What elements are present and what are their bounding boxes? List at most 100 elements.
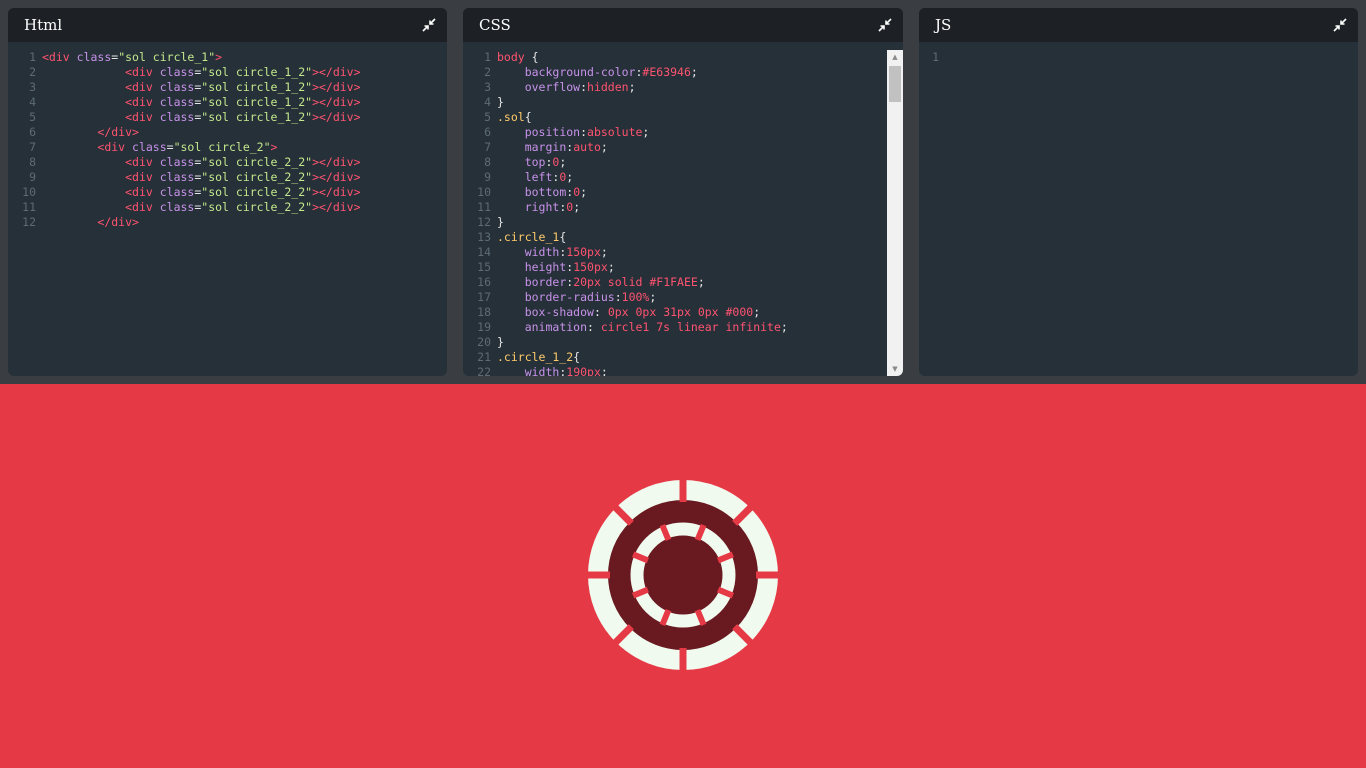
code-line: 11 <div class="sol circle_2_2"></div> <box>8 200 447 215</box>
collapse-arrows-icon[interactable] <box>877 17 893 33</box>
css-scrollbar[interactable]: ▲ ▼ <box>887 50 903 376</box>
code-token: width <box>524 365 560 376</box>
code-text: border-radius:100%; <box>497 290 657 305</box>
code-token: "sol circle_2_2" <box>201 200 313 214</box>
code-token: "sol circle_2" <box>173 140 271 154</box>
code-line: 15 height:150px; <box>463 260 887 275</box>
code-text: </div> <box>42 125 139 140</box>
code-line: 12 </div> <box>8 215 447 230</box>
code-token: </div> <box>97 215 139 229</box>
line-number: 1 <box>484 50 491 64</box>
code-line: 12} <box>463 215 887 230</box>
code-text: left:0; <box>497 170 574 185</box>
code-text: <div class="sol circle_2_2"></div> <box>42 170 361 185</box>
code-token: ; <box>697 275 705 289</box>
scroll-up-arrow-icon[interactable]: ▲ <box>887 50 903 64</box>
line-number: 19 <box>477 320 491 334</box>
code-text: <div class="sol circle_1"> <box>42 50 222 65</box>
code-text: .circle_1_2{ <box>497 350 580 365</box>
code-token: } <box>497 335 504 349</box>
code-line: 6 position:absolute; <box>463 125 887 140</box>
editor-area: Html 1 <div class="sol circle_1"> 2 <div c… <box>0 0 1366 384</box>
code-token: <div <box>125 155 160 169</box>
line-number: 10 <box>477 185 491 199</box>
scroll-down-arrow-icon[interactable]: ▼ <box>887 362 903 376</box>
code-token: class <box>159 80 195 94</box>
code-token: } <box>497 95 504 109</box>
html-code-editor[interactable]: 1 <div class="sol circle_1"> 2 <div class=… <box>8 50 447 376</box>
line-number: 2 <box>29 65 36 79</box>
code-token: ></div> <box>312 95 361 109</box>
line-number: 2 <box>484 65 491 79</box>
code-token: border-radius <box>524 290 615 304</box>
code-token: "sol circle_1_2" <box>201 65 313 79</box>
css-code-editor[interactable]: 1 body {2 background-color:#E63946; 3 over… <box>463 50 887 376</box>
code-text: } <box>497 335 504 350</box>
code-token: height <box>524 260 567 274</box>
code-token: ></div> <box>312 65 361 79</box>
code-text: } <box>497 95 504 110</box>
line-number: 4 <box>484 95 491 109</box>
code-line: 6 </div> <box>8 125 447 140</box>
preview-pane <box>0 384 1366 768</box>
code-line: 20} <box>463 335 887 350</box>
line-number: 12 <box>477 215 491 229</box>
code-token: > <box>215 50 223 64</box>
code-token: "sol circle_1_2" <box>201 80 313 94</box>
code-text: <div class="sol circle_1_2"></div> <box>42 65 361 80</box>
code-line: 7 margin:auto; <box>463 140 887 155</box>
code-token: class <box>159 170 195 184</box>
code-token: { <box>524 110 532 124</box>
code-text: right:0; <box>497 200 580 215</box>
js-panel-header: JS <box>919 8 1358 42</box>
code-line: 3 <div class="sol circle_1_2"></div> <box>8 80 447 95</box>
code-line: 1 body { <box>463 50 887 65</box>
code-token: <div <box>97 140 133 154</box>
js-code-editor[interactable]: 1 <box>919 50 1358 376</box>
scroll-thumb[interactable] <box>889 66 901 102</box>
code-line: 19 animation: circle1 7s linear infinite… <box>463 320 887 335</box>
code-token: : <box>580 125 588 139</box>
code-token: ></div> <box>312 80 361 94</box>
code-token: class <box>132 140 167 154</box>
code-token: ; <box>559 155 567 169</box>
code-token: position <box>524 125 581 139</box>
code-line: 3 overflow:hidden; <box>463 80 887 95</box>
collapse-arrows-icon[interactable] <box>1332 17 1348 33</box>
code-token: class <box>159 95 195 109</box>
code-token: ></div> <box>312 110 361 124</box>
collapse-arrows-icon[interactable] <box>421 17 437 33</box>
code-token: : <box>580 80 588 94</box>
code-token: auto <box>573 140 601 154</box>
code-token: class <box>159 200 195 214</box>
code-token: ></div> <box>312 185 361 199</box>
code-token: .sol <box>497 110 525 124</box>
line-number: 1 <box>29 50 36 64</box>
code-token: "sol circle_1_2" <box>201 95 313 109</box>
code-line: 18 box-shadow: 0px 0px 31px 0px #000; <box>463 305 887 320</box>
code-token: 100% <box>621 290 650 304</box>
code-token: ; <box>780 320 788 334</box>
code-token: ></div> <box>312 170 361 184</box>
code-line: 9 left:0; <box>463 170 887 185</box>
code-token: ; <box>607 260 615 274</box>
code-line: 4 <div class="sol circle_1_2"></div> <box>8 95 447 110</box>
line-number: 8 <box>484 155 491 169</box>
code-token: <div <box>125 185 160 199</box>
code-line: 7 <div class="sol circle_2"> <box>8 140 447 155</box>
code-token: <div <box>125 110 160 124</box>
js-panel: JS 1 <box>919 8 1358 376</box>
code-text: top:0; <box>497 155 567 170</box>
